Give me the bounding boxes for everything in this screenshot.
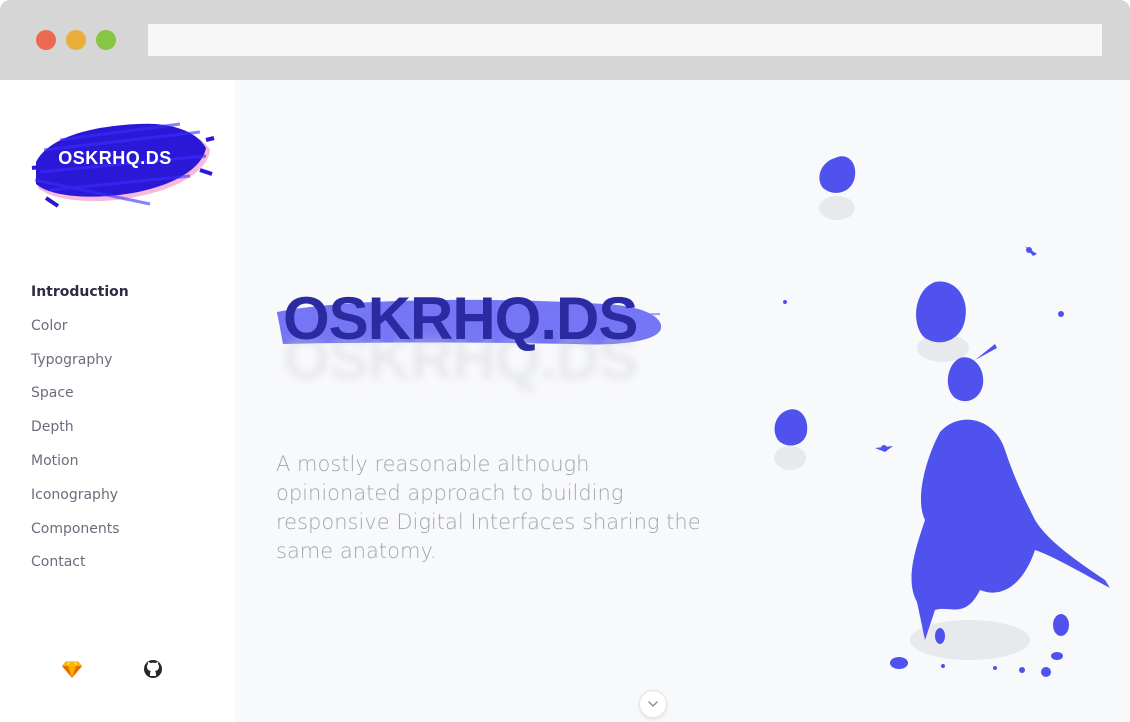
hero-section: OSKRHQ.DS OSKRHQ.DS A mostly reasonable … xyxy=(235,80,1130,722)
chevron-down-icon xyxy=(648,701,658,707)
nav-item-typography[interactable]: Typography xyxy=(31,350,129,384)
nav-item-space[interactable]: Space xyxy=(31,383,129,417)
sidebar-footer-icons xyxy=(0,658,235,682)
sketch-icon[interactable] xyxy=(61,658,83,680)
nav-item-iconography[interactable]: Iconography xyxy=(31,485,129,519)
nav-item-depth[interactable]: Depth xyxy=(31,417,129,451)
window-maximize-button[interactable] xyxy=(96,30,116,50)
hero-title: OSKRHQ.DS xyxy=(283,285,638,352)
nav-item-contact[interactable]: Contact xyxy=(31,552,129,586)
brand-logo[interactable]: OSKRHQ.DS xyxy=(30,110,215,215)
main-nav: Introduction Color Typography Space Dept… xyxy=(31,282,129,586)
nav-item-introduction[interactable]: Introduction xyxy=(31,282,129,316)
hero-logo: OSKRHQ.DS OSKRHQ.DS xyxy=(275,284,665,394)
ink-splatter-graphic xyxy=(774,156,1110,677)
github-icon[interactable] xyxy=(142,658,164,680)
nav-item-color[interactable]: Color xyxy=(31,316,129,350)
address-bar[interactable] xyxy=(148,24,1102,56)
nav-item-motion[interactable]: Motion xyxy=(31,451,129,485)
nav-item-components[interactable]: Components xyxy=(31,519,129,553)
window-close-button[interactable] xyxy=(36,30,56,50)
browser-chrome xyxy=(0,0,1130,80)
sidebar: OSKRHQ.DS Introduction Color Typography … xyxy=(0,80,235,722)
scroll-down-button[interactable] xyxy=(639,690,667,718)
window-minimize-button[interactable] xyxy=(66,30,86,50)
hero-tagline: A mostly reasonable although opinionated… xyxy=(276,452,701,563)
logo-text: OSKRHQ.DS xyxy=(58,148,172,168)
